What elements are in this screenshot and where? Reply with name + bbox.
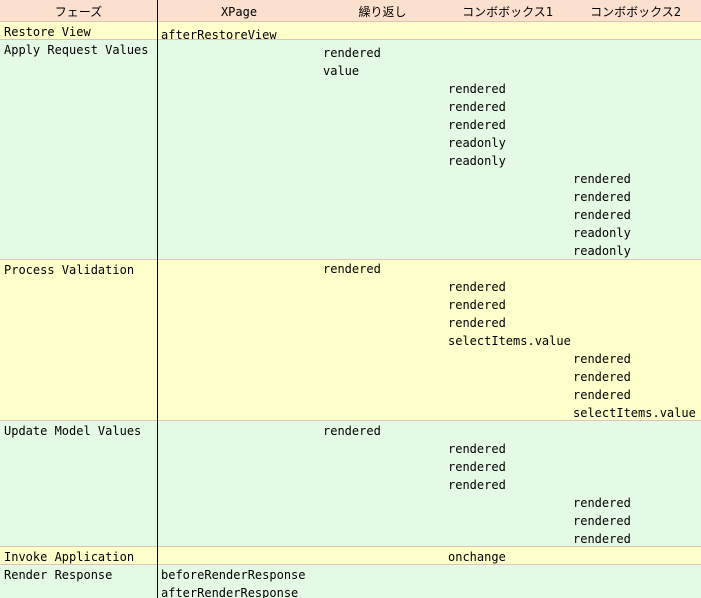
cell-repeat: rendered	[323, 262, 381, 276]
cell-xpage: afterRenderResponse	[161, 586, 299, 598]
column-header-phase: フェーズ	[54, 5, 103, 19]
phase-label: Apply Request Values	[4, 43, 149, 57]
phase-label: Update Model Values	[4, 424, 142, 438]
row-separator	[0, 420, 701, 421]
row-separator	[0, 546, 701, 547]
phase-label: Process Validation	[4, 263, 135, 277]
cell-xpage: beforeRenderResponse	[161, 568, 306, 582]
cell-combo1: rendered	[448, 118, 506, 132]
cell-combo2: readonly	[573, 226, 631, 240]
column-header-combo1: コンボボックス1	[462, 5, 553, 19]
cell-combo1: rendered	[448, 82, 506, 96]
cell-combo1: rendered	[448, 478, 506, 492]
cell-combo1: rendered	[448, 442, 506, 456]
jsf-lifecycle-phase-table: フェーズ XPage 繰り返し コンボボックス1 コンボボックス2 Restore Vie…	[0, 0, 701, 598]
cell-combo2: rendered	[573, 172, 631, 186]
cell-combo2: rendered	[573, 514, 631, 528]
cell-combo1: selectItems.value	[448, 334, 571, 348]
cell-combo1: rendered	[448, 100, 506, 114]
cell-repeat: value	[323, 64, 360, 78]
column-header-repeat: 繰り返し	[358, 5, 407, 19]
cell-combo1: rendered	[448, 280, 506, 294]
phase-label: Render Response	[4, 568, 113, 582]
cell-combo2: rendered	[573, 370, 631, 384]
phase-column-divider	[157, 0, 158, 598]
cell-combo1: rendered	[448, 298, 506, 312]
cell-combo2: rendered	[573, 388, 631, 402]
cell-combo1: rendered	[448, 460, 506, 474]
cell-combo2: readonly	[573, 244, 631, 258]
cell-combo1: readonly	[448, 154, 506, 168]
cell-combo2: rendered	[573, 496, 631, 510]
cell-combo1: rendered	[448, 316, 506, 330]
row-separator	[0, 39, 701, 40]
row-band-restore-view	[0, 22, 701, 40]
cell-repeat: rendered	[323, 424, 381, 438]
cell-combo2: rendered	[573, 190, 631, 204]
column-header-xpage: XPage	[220, 5, 258, 19]
row-separator	[0, 564, 701, 565]
cell-combo2: rendered	[573, 352, 631, 366]
column-header-combo2: コンボボックス2	[590, 5, 681, 19]
cell-combo1: readonly	[448, 136, 506, 150]
row-separator	[0, 21, 701, 22]
cell-combo2: rendered	[573, 208, 631, 222]
cell-repeat: rendered	[323, 46, 381, 60]
